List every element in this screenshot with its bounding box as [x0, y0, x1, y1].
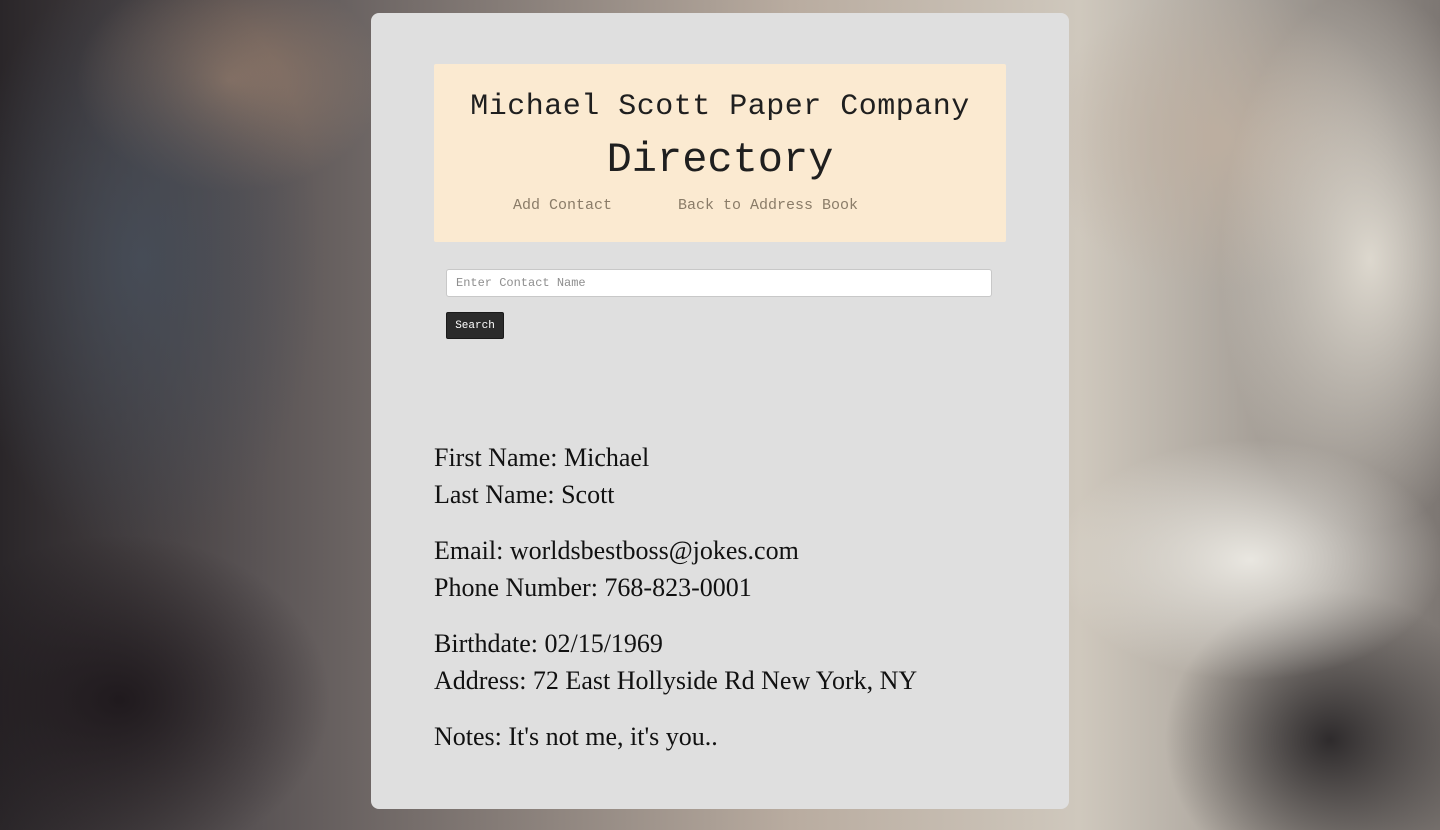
email-text: Email: worldsbestboss@jokes.com — [434, 536, 799, 565]
add-contact-link[interactable]: Add Contact — [513, 197, 612, 214]
address-text: Address: 72 East Hollyside Rd New York, … — [434, 666, 918, 695]
contact-info-group: Email: worldsbestboss@jokes.com Phone Nu… — [434, 532, 1034, 606]
notes-group: Notes: It's not me, it's you.. — [434, 718, 1034, 755]
search-button[interactable]: Search — [446, 312, 504, 339]
page-title: Directory — [606, 136, 834, 184]
name-group: First Name: Michael Last Name: Scott — [434, 439, 1034, 513]
notes-text: Notes: It's not me, it's you.. — [434, 722, 718, 751]
company-name: Michael Scott Paper Company — [470, 90, 970, 124]
phone-number-text: Phone Number: 768-823-0001 — [434, 573, 752, 602]
directory-card: Michael Scott Paper Company Directory Ad… — [371, 13, 1069, 809]
personal-info-group: Birthdate: 02/15/1969 Address: 72 East H… — [434, 625, 1034, 699]
contact-search-input[interactable] — [446, 269, 992, 297]
last-name-text: Last Name: Scott — [434, 480, 615, 509]
header-panel: Michael Scott Paper Company Directory Ad… — [434, 64, 1006, 242]
birthdate-text: Birthdate: 02/15/1969 — [434, 629, 663, 658]
first-name-text: First Name: Michael — [434, 443, 650, 472]
contact-details: First Name: Michael Last Name: Scott Ema… — [434, 439, 1034, 774]
back-to-address-book-link[interactable]: Back to Address Book — [678, 197, 858, 214]
